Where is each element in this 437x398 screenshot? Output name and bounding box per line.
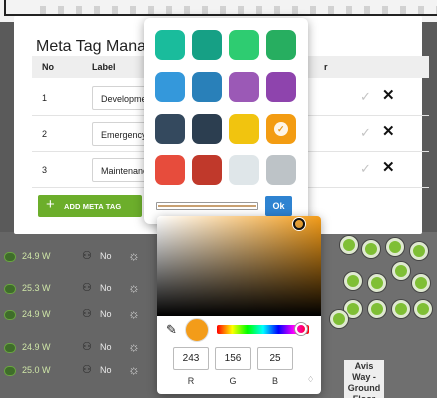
device-row[interactable]: 24.9 W ⚇ No ☼ [0, 246, 160, 268]
power-value: 24.9 W [22, 251, 51, 261]
color-swatch[interactable] [192, 30, 222, 60]
light-fixture-icon[interactable] [330, 310, 348, 328]
light-fixture-icon[interactable] [340, 236, 358, 254]
confirm-check-icon[interactable]: ✓ [360, 90, 371, 104]
occupancy-value: No [100, 283, 112, 293]
device-row[interactable]: 25.3 W ⚇ No ☼ [0, 278, 160, 300]
color-swatch-popover: ✓ Ok [144, 18, 308, 224]
color-swatch[interactable] [266, 155, 296, 185]
delete-x-icon[interactable]: ✕ [382, 124, 395, 140]
column-header-color: r [324, 62, 328, 72]
color-swatch[interactable] [229, 30, 259, 60]
color-swatch[interactable] [266, 30, 296, 60]
power-indicator-icon [4, 284, 16, 294]
occupancy-value: No [100, 309, 112, 319]
blue-label: B [271, 376, 278, 386]
occupancy-value: No [100, 365, 112, 375]
eyedropper-icon[interactable]: ✎ [166, 323, 177, 337]
occupancy-value: No [100, 251, 112, 261]
light-sensor-icon: ☼ [128, 362, 140, 377]
power-reading: 25.0 W [4, 365, 56, 377]
power-indicator-icon [4, 343, 16, 353]
color-swatch[interactable] [229, 114, 259, 144]
power-reading: 24.9 W [4, 309, 56, 321]
light-fixture-icon[interactable] [344, 272, 362, 290]
occupancy-icon: ⚇ [82, 308, 92, 320]
column-header-label: Label [92, 62, 116, 72]
check-icon: ✓ [277, 124, 285, 134]
power-value: 24.9 W [22, 309, 51, 319]
light-fixture-icon[interactable] [368, 274, 386, 292]
light-fixture-icon[interactable] [410, 242, 428, 260]
add-meta-tag-label: ADD META TAG [64, 202, 122, 211]
column-header-no: No [42, 62, 54, 72]
custom-color-bar[interactable] [156, 202, 258, 210]
power-value: 25.3 W [22, 283, 51, 293]
color-swatch[interactable] [155, 155, 185, 185]
blue-input[interactable]: 25 [257, 347, 293, 370]
power-indicator-icon [4, 310, 16, 320]
row-number: 1 [42, 93, 48, 103]
add-meta-tag-button[interactable]: + ADD META TAG [38, 195, 142, 217]
ok-button[interactable]: Ok [265, 196, 292, 216]
light-fixture-icon[interactable] [392, 262, 410, 280]
power-indicator-icon [4, 366, 16, 376]
occupancy-icon: ⚇ [82, 250, 92, 262]
delete-x-icon[interactable]: ✕ [382, 88, 395, 104]
color-swatch[interactable] [155, 72, 185, 102]
color-swatch[interactable] [155, 114, 185, 144]
color-swatch[interactable] [192, 155, 222, 185]
power-indicator-icon [4, 252, 16, 262]
confirm-check-icon[interactable]: ✓ [360, 126, 371, 140]
row-number: 3 [42, 165, 48, 175]
power-value: 24.9 W [22, 342, 51, 352]
delete-x-icon[interactable]: ✕ [382, 160, 395, 176]
confirm-check-icon[interactable]: ✓ [360, 162, 371, 176]
green-input[interactable]: 156 [215, 347, 251, 370]
light-fixture-icon[interactable] [362, 240, 380, 258]
modal-title: Meta Tag Manag [36, 38, 155, 55]
color-mode-toggle-icon[interactable]: ♢ [307, 375, 314, 384]
light-fixture-icon[interactable] [392, 300, 410, 318]
color-swatch[interactable] [155, 30, 185, 60]
occupancy-icon: ⚇ [82, 341, 92, 353]
color-swatch-selected[interactable]: ✓ [266, 114, 296, 144]
light-sensor-icon: ☼ [128, 280, 140, 295]
light-fixture-icon[interactable] [412, 274, 430, 292]
occupancy-value: No [100, 342, 112, 352]
color-swatch[interactable] [266, 72, 296, 102]
color-swatch[interactable] [192, 72, 222, 102]
light-fixture-icon[interactable] [368, 300, 386, 318]
red-input[interactable]: 243 [173, 347, 209, 370]
custom-color-fill [158, 205, 256, 207]
light-fixture-icon[interactable] [386, 238, 404, 256]
occupancy-icon: ⚇ [82, 282, 92, 294]
device-row[interactable]: 25.0 W ⚇ No ☼ [0, 360, 160, 382]
background-pattern [40, 6, 437, 14]
custom-color-picker: ✎ 243 156 25 R G B ♢ [157, 216, 321, 394]
color-swatch[interactable] [192, 114, 222, 144]
light-fixture-icon[interactable] [414, 300, 432, 318]
power-value: 25.0 W [22, 365, 51, 375]
floor-label: Avis Way - Ground Floor [344, 360, 384, 398]
power-reading: 24.9 W [4, 342, 56, 354]
color-swatch[interactable] [229, 155, 259, 185]
saturation-handle[interactable] [293, 218, 305, 230]
occupancy-icon: ⚇ [82, 364, 92, 376]
row-number: 2 [42, 129, 48, 139]
device-row[interactable]: 24.9 W ⚇ No ☼ [0, 304, 160, 326]
light-sensor-icon: ☼ [128, 306, 140, 321]
green-label: G [229, 376, 237, 386]
light-sensor-icon: ☼ [128, 339, 140, 354]
hue-slider-handle[interactable] [295, 323, 307, 335]
color-preview [185, 318, 209, 342]
saturation-area[interactable] [157, 216, 321, 316]
plus-icon: + [46, 196, 55, 213]
power-reading: 24.9 W [4, 251, 56, 263]
color-swatch[interactable] [229, 72, 259, 102]
device-row[interactable]: 24.9 W ⚇ No ☼ [0, 337, 160, 359]
light-sensor-icon: ☼ [128, 248, 140, 263]
red-label: R [187, 376, 195, 386]
power-reading: 25.3 W [4, 283, 56, 295]
